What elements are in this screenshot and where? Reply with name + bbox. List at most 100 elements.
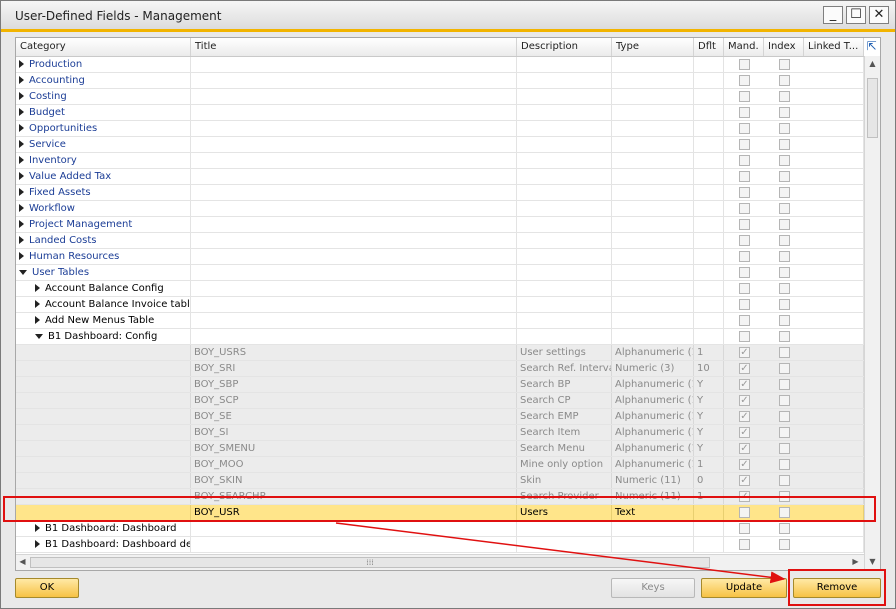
mandatory-checkbox[interactable] [739, 267, 750, 278]
mandatory-checkbox[interactable] [739, 75, 750, 86]
scroll-down-icon[interactable]: ▼ [867, 556, 878, 568]
scroll-left-icon[interactable]: ◀ [17, 556, 28, 568]
mandatory-checkbox[interactable] [739, 219, 750, 230]
field-row[interactable]: BOY_SEARCHP Search Provider Numeric (11) 1 ✓ [16, 489, 864, 505]
col-header-category[interactable]: Category [16, 38, 191, 56]
category-row[interactable]: Inventory [16, 153, 864, 169]
index-checkbox[interactable] [779, 315, 790, 326]
update-button[interactable]: Update [701, 578, 787, 598]
index-checkbox[interactable] [779, 331, 790, 342]
index-checkbox[interactable] [779, 59, 790, 70]
index-checkbox[interactable] [779, 203, 790, 214]
index-checkbox[interactable] [779, 379, 790, 390]
index-checkbox[interactable] [779, 427, 790, 438]
expand-triangle-icon[interactable] [35, 316, 40, 324]
field-row[interactable]: BOY_SBP Search BP Alphanumeric (1) Y ✓ [16, 377, 864, 393]
index-checkbox[interactable] [779, 107, 790, 118]
mandatory-checkbox[interactable] [739, 171, 750, 182]
expand-triangle-icon[interactable] [35, 524, 40, 532]
category-row[interactable]: User Tables [16, 265, 864, 281]
index-checkbox[interactable] [779, 283, 790, 294]
category-row[interactable]: Costing [16, 89, 864, 105]
expand-triangle-icon[interactable] [19, 124, 24, 132]
mandatory-checkbox[interactable]: ✓ [739, 427, 750, 438]
index-checkbox[interactable] [779, 475, 790, 486]
expand-triangle-icon[interactable] [19, 108, 24, 116]
field-row[interactable]: BOY_MOO Mine only option Alphanumeric (1) 1… [16, 457, 864, 473]
expand-triangle-icon[interactable] [35, 300, 40, 308]
field-row[interactable]: BOY_SCP Search CP Alphanumeric (1) Y ✓ [16, 393, 864, 409]
mandatory-checkbox[interactable] [739, 107, 750, 118]
col-header-index[interactable]: Index [764, 38, 804, 56]
category-row[interactable]: Human Resources [16, 249, 864, 265]
mandatory-checkbox[interactable]: ✓ [739, 475, 750, 486]
vertical-scrollbar[interactable]: ▲ ▼ [864, 56, 880, 570]
col-header-type[interactable]: Type [612, 38, 694, 56]
mandatory-checkbox[interactable] [739, 299, 750, 310]
mandatory-checkbox[interactable]: ✓ [739, 459, 750, 470]
vertical-scroll-thumb[interactable] [867, 78, 878, 138]
col-header-description[interactable]: Description [517, 38, 612, 56]
maximize-button[interactable]: ☐ [846, 6, 866, 24]
mandatory-checkbox[interactable]: ✓ [739, 363, 750, 374]
category-row[interactable]: Opportunities [16, 121, 864, 137]
mandatory-checkbox[interactable] [739, 123, 750, 134]
title-bar[interactable]: User-Defined Fields - Management _ ☐ ✕ [1, 1, 895, 32]
mandatory-checkbox[interactable] [739, 331, 750, 342]
index-checkbox[interactable] [779, 363, 790, 374]
category-row[interactable]: Account Balance Invoice table [16, 297, 864, 313]
category-row[interactable]: Accounting [16, 73, 864, 89]
index-checkbox[interactable] [779, 251, 790, 262]
index-checkbox[interactable] [779, 267, 790, 278]
index-checkbox[interactable] [779, 235, 790, 246]
mandatory-checkbox[interactable] [739, 187, 750, 198]
index-checkbox[interactable] [779, 139, 790, 150]
expand-triangle-icon[interactable] [19, 236, 24, 244]
index-checkbox[interactable] [779, 219, 790, 230]
index-checkbox[interactable] [779, 75, 790, 86]
category-row[interactable]: B1 Dashboard: Dashboard del. [16, 537, 864, 553]
collapse-triangle-icon[interactable] [19, 269, 27, 275]
index-checkbox[interactable] [779, 155, 790, 166]
expand-triangle-icon[interactable] [19, 140, 24, 148]
index-checkbox[interactable] [779, 443, 790, 454]
category-row[interactable]: Workflow [16, 201, 864, 217]
category-row[interactable]: Landed Costs [16, 233, 864, 249]
col-header-dflt[interactable]: Dflt [694, 38, 724, 56]
expand-triangle-icon[interactable] [19, 76, 24, 84]
collapse-triangle-icon[interactable] [35, 333, 43, 339]
remove-button[interactable]: Remove [793, 578, 881, 598]
category-row[interactable]: Budget [16, 105, 864, 121]
mandatory-checkbox[interactable] [739, 91, 750, 102]
field-row[interactable]: BOY_SE Search EMP Alphanumeric (1) Y ✓ [16, 409, 864, 425]
mandatory-checkbox[interactable]: ✓ [739, 443, 750, 454]
index-checkbox[interactable] [779, 523, 790, 534]
mandatory-checkbox[interactable]: ✓ [739, 411, 750, 422]
expand-triangle-icon[interactable] [19, 188, 24, 196]
index-checkbox[interactable] [779, 299, 790, 310]
expand-triangle-icon[interactable] [19, 60, 24, 68]
index-checkbox[interactable] [779, 395, 790, 406]
col-header-linked-table[interactable]: Linked T... [804, 38, 864, 56]
category-row[interactable]: Project Management [16, 217, 864, 233]
field-row[interactable]: BOY_SMENU Search Menu Alphanumeric (1) Y ✓ [16, 441, 864, 457]
mandatory-checkbox[interactable] [739, 523, 750, 534]
mandatory-checkbox[interactable] [739, 315, 750, 326]
expand-arrow-icon[interactable]: ⇱ [865, 39, 878, 54]
scroll-up-icon[interactable]: ▲ [867, 58, 878, 70]
expand-triangle-icon[interactable] [35, 540, 40, 548]
mandatory-checkbox[interactable] [739, 507, 750, 518]
mandatory-checkbox[interactable]: ✓ [739, 491, 750, 502]
expand-triangle-icon[interactable] [19, 252, 24, 260]
expand-triangle-icon[interactable] [19, 156, 24, 164]
mandatory-checkbox[interactable] [739, 251, 750, 262]
col-header-title[interactable]: Title [191, 38, 517, 56]
mandatory-checkbox[interactable]: ✓ [739, 395, 750, 406]
keys-button[interactable]: Keys [611, 578, 695, 598]
index-checkbox[interactable] [779, 187, 790, 198]
index-checkbox[interactable] [779, 91, 790, 102]
category-row[interactable]: B1 Dashboard: Config [16, 329, 864, 345]
category-row[interactable]: Service [16, 137, 864, 153]
minimize-button[interactable]: _ [823, 6, 843, 24]
mandatory-checkbox[interactable] [739, 139, 750, 150]
